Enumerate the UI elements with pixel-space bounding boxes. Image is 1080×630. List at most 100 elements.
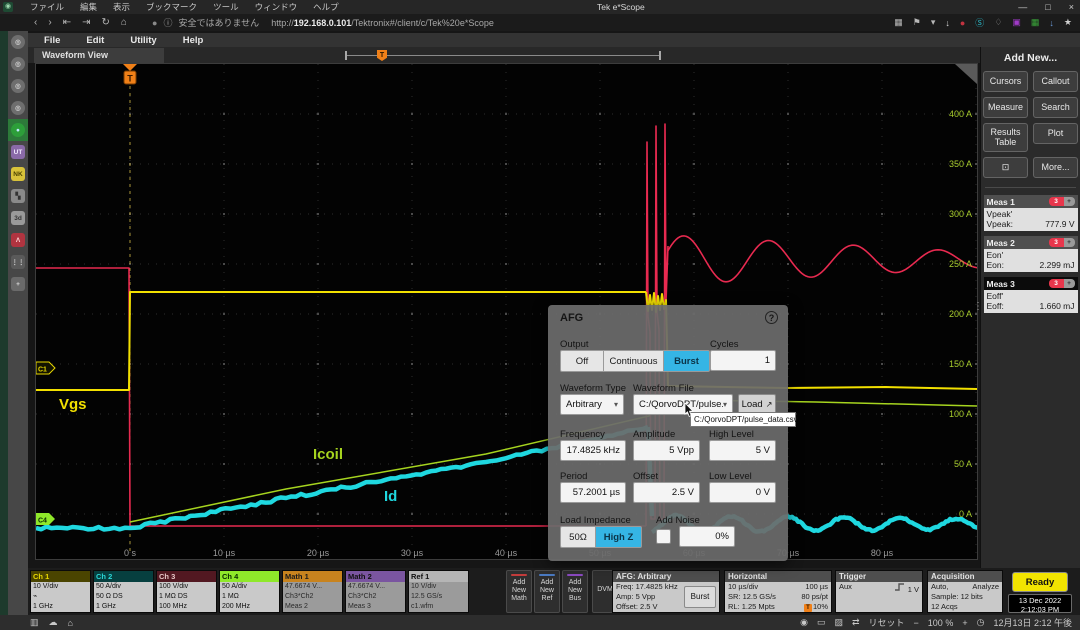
output-off-button[interactable]: Off — [560, 350, 604, 372]
scope-menu-help[interactable]: Help — [183, 35, 204, 46]
button-cursors[interactable]: Cursors — [983, 71, 1028, 92]
vivaldi-logo-icon[interactable]: ◉ — [3, 2, 13, 12]
button-results-table[interactable]: ResultsTable — [983, 123, 1028, 152]
tiles-icon[interactable]: ▦ — [894, 17, 903, 28]
monitor-icon[interactable]: ▭ — [817, 617, 826, 628]
grid-panel-icon-row[interactable]: ⋮⋮ — [8, 251, 28, 273]
horizontal-overview-bar[interactable]: T — [345, 51, 661, 60]
maximize-icon[interactable]: □ — [1045, 2, 1050, 12]
checker-panel-icon-row[interactable]: ▚ — [8, 185, 28, 207]
forward-icon[interactable]: › — [48, 17, 51, 28]
add-new-bus-button[interactable]: AddNewBus — [562, 570, 588, 613]
adblock-icon[interactable]: ● — [960, 18, 965, 28]
scope-menu-edit[interactable]: Edit — [86, 35, 104, 46]
menu-4[interactable]: ツール — [213, 1, 239, 13]
cloud-icon[interactable]: ☁ — [49, 617, 58, 628]
menu-2[interactable]: 表示 — [113, 1, 130, 13]
button-callout[interactable]: Callout — [1033, 71, 1078, 92]
channel-badge-ch1[interactable]: Ch 110 V/div⌁1 GHz — [30, 570, 91, 613]
swap-icon[interactable]: ⇄ — [852, 617, 860, 628]
impedance-highz-button[interactable]: High Z — [596, 526, 642, 548]
ut-panel-icon-row[interactable]: UT — [8, 141, 28, 163]
download-icon[interactable]: ↓ — [945, 18, 950, 28]
button-more-[interactable]: More... — [1033, 157, 1078, 178]
add-panel-icon-row[interactable]: + — [8, 273, 28, 295]
pin-icon[interactable]: ★ — [1064, 17, 1072, 28]
add-noise-field[interactable]: 0% — [679, 526, 735, 547]
waveform-type-dropdown[interactable]: Arbitrary▾ — [560, 394, 624, 415]
screenshot-icon[interactable]: ◉ — [800, 617, 808, 628]
menu-5[interactable]: ウィンドウ — [255, 1, 298, 13]
ghost-icon[interactable]: ♢ — [994, 17, 1002, 28]
zoom-box-icon[interactable]: ⊡ — [983, 157, 1028, 178]
3d-panel-icon-row[interactable]: 3d — [8, 207, 28, 229]
session-icon[interactable]: Ⓢ — [975, 16, 984, 29]
green-grid-icon[interactable]: ▦ — [1031, 17, 1040, 28]
first-page-icon[interactable]: ⇤ — [63, 17, 71, 28]
period-field[interactable]: 57.2001 µs — [560, 482, 626, 503]
acquisition-badge[interactable]: AcquisitionAuto,AnalyzeSample: 12 bits12… — [927, 570, 1003, 613]
button-plot[interactable]: Plot — [1033, 123, 1078, 144]
split-window-icon[interactable]: ▥ — [30, 617, 39, 628]
meas-count-badge[interactable]: 3+ — [1049, 197, 1075, 206]
meas-count-badge[interactable]: 3+ — [1049, 279, 1075, 288]
web-panel-2-icon-row[interactable]: ◎ — [8, 53, 28, 75]
add-noise-checkbox[interactable] — [656, 529, 671, 544]
waveform-graticule[interactable]: 400 A350 A300 A250 A200 A150 A100 A50 A0… — [35, 63, 978, 560]
impedance-50ohm-button[interactable]: 50Ω — [560, 526, 596, 548]
menu-0[interactable]: ファイル — [30, 1, 64, 13]
a-panel-icon-row[interactable]: Λ — [8, 229, 28, 251]
add-new-math-button[interactable]: AddNewMath — [506, 570, 532, 613]
web-panel-3-icon-row[interactable]: ◎ — [8, 75, 28, 97]
blue-download-icon[interactable]: ↓ — [1049, 18, 1054, 28]
menu-6[interactable]: ヘルプ — [313, 1, 339, 13]
offset-field[interactable]: 2.5 V — [633, 482, 700, 503]
amplitude-field[interactable]: 5 Vpp — [633, 440, 700, 461]
measurement-card-1[interactable]: Meas 13+Vpeak'Vpeak:777.9 V — [984, 195, 1078, 231]
menu-3[interactable]: ブックマーク — [146, 1, 197, 13]
scope-menu-file[interactable]: File — [44, 35, 60, 46]
add-new-ref-button[interactable]: AddNewRef — [534, 570, 560, 613]
home-icon[interactable]: ⌂ — [121, 17, 127, 28]
web-panel-4-icon-row[interactable]: ◎ — [8, 97, 28, 119]
info-icon[interactable]: ⓘ — [163, 16, 172, 29]
reload-icon[interactable]: ↻ — [101, 17, 109, 28]
close-icon[interactable]: × — [1069, 2, 1074, 12]
trigger-badge[interactable]: TriggerAux 1 V — [835, 570, 923, 613]
afg-status-badge[interactable]: AFG: ArbitraryFreq: 17.4825 kHzAmp: 5 Vp… — [612, 570, 720, 613]
reset-button[interactable]: リセット — [869, 616, 905, 629]
back-icon[interactable]: ‹ — [34, 17, 37, 28]
menu-1[interactable]: 編集 — [80, 1, 97, 13]
button-search[interactable]: Search — [1033, 97, 1078, 118]
channel-badge-ch2[interactable]: Ch 250 A/div50 Ω DS1 GHz — [93, 570, 154, 613]
frequency-field[interactable]: 17.4825 kHz — [560, 440, 626, 461]
zoom-in-button[interactable]: + — [962, 618, 967, 628]
home-icon[interactable]: ⌂ — [68, 618, 73, 628]
tab-waveform-view[interactable]: Waveform View — [34, 48, 164, 63]
page-url[interactable]: http://192.168.0.101/Tektronix#/client/c… — [271, 18, 494, 28]
address-bar[interactable]: ● ⓘ 安全ではありません http://192.168.0.101/Tektr… — [152, 14, 494, 31]
last-page-icon[interactable]: ⇥ — [82, 17, 90, 28]
cycles-field[interactable]: 1 — [710, 350, 776, 371]
minimize-icon[interactable]: — — [1018, 2, 1027, 12]
help-icon[interactable]: ? — [765, 311, 778, 324]
channel-badge-math1[interactable]: Math 147.6674 V...Ch3*Ch2Meas 2 — [282, 570, 343, 613]
high-level-field[interactable]: 5 V — [709, 440, 776, 461]
afg-burst-button[interactable]: Burst — [684, 586, 716, 608]
channel-badge-ch4[interactable]: Ch 450 A/div1 MΩ200 MHz — [219, 570, 280, 613]
low-level-field[interactable]: 0 V — [709, 482, 776, 503]
bookmark-flag-icon[interactable]: ⚑ — [913, 17, 921, 28]
channel-badge-ref1[interactable]: Ref 110 V/div12.5 GS/sc1.wfm — [408, 570, 469, 613]
output-continuous-button[interactable]: Continuous — [604, 350, 664, 372]
active-scope-panel-icon-row[interactable]: ● — [8, 119, 28, 141]
channel-badge-math2[interactable]: Math 247.6674 V...Ch3*Ch2Meas 3 — [345, 570, 406, 613]
meas-count-badge[interactable]: 3+ — [1049, 238, 1075, 247]
output-burst-button[interactable]: Burst — [664, 350, 710, 372]
purple-ext-icon[interactable]: ▣ — [1012, 17, 1021, 28]
scope-menu-utility[interactable]: Utility — [130, 35, 156, 46]
button-measure[interactable]: Measure — [983, 97, 1028, 118]
horizontal-badge[interactable]: Horizontal10 µs/div100 µsSR: 12.5 GS/s80… — [724, 570, 832, 613]
caret-down-icon[interactable]: ▾ — [931, 17, 936, 28]
nk-panel-icon-row[interactable]: NK — [8, 163, 28, 185]
image-icon[interactable]: ▨ — [834, 617, 843, 628]
